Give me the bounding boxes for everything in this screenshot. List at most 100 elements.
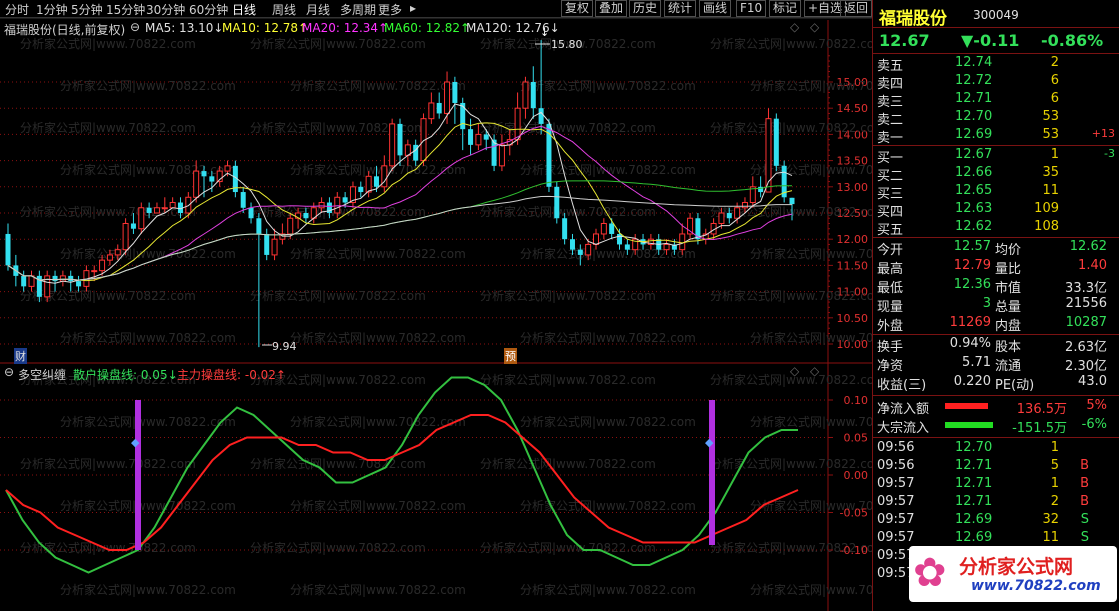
stock-chart-title: 福瑞股份(日线,前复权) bbox=[4, 23, 126, 37]
candle-body bbox=[240, 192, 246, 208]
finance-marker[interactable]: 财 bbox=[14, 348, 27, 364]
candle-body bbox=[264, 233, 270, 255]
watermark-text: 分析家公式网|www.70822.com bbox=[520, 414, 696, 429]
watermark-text: 分析家公式网|www.70822.com bbox=[750, 330, 872, 345]
candle-body bbox=[287, 217, 294, 235]
watermark-text: 分析家公式网|www.70822.com bbox=[60, 414, 236, 429]
stat-value: 33.3亿 bbox=[1065, 281, 1107, 296]
candle-body bbox=[428, 102, 435, 120]
candle bbox=[279, 223, 286, 245]
watermark-text: 分析家公式网|www.70822.com bbox=[520, 78, 696, 93]
candle-body bbox=[209, 176, 215, 182]
tick-row: 09:57 12.69 11 S bbox=[873, 529, 1119, 547]
watermark-text: 分析家公式网|www.70822.com bbox=[710, 36, 872, 51]
stat-value: 0.94% bbox=[949, 336, 991, 351]
watermark-text: 分析家公式网|www.70822.com bbox=[20, 204, 196, 219]
candle bbox=[59, 270, 66, 287]
candle-body bbox=[224, 165, 231, 172]
stat-value: 0.220 bbox=[953, 374, 991, 389]
price-tick-label: 10.50 bbox=[837, 312, 869, 325]
watermark-text: 分析家公式网|www.70822.com bbox=[480, 204, 656, 219]
stat-label: 内盘 bbox=[995, 319, 1022, 334]
stat-label: 量比 bbox=[995, 262, 1022, 277]
candle-body bbox=[577, 249, 583, 255]
candle-body bbox=[389, 123, 396, 167]
candle-body bbox=[617, 233, 623, 245]
watermark-text: 分析家公式网|www.70822.com bbox=[60, 246, 236, 261]
candle-body bbox=[201, 171, 207, 177]
order-book-price: 12.65 bbox=[955, 183, 993, 198]
candle-body bbox=[609, 223, 615, 234]
candle-body bbox=[365, 175, 372, 193]
tick-row: 09:56 12.71 5 B bbox=[873, 457, 1119, 475]
stat-value: 11269 bbox=[949, 315, 991, 330]
candle bbox=[404, 139, 411, 166]
tick-volume: 11 bbox=[1042, 530, 1059, 545]
candle-body bbox=[114, 249, 121, 256]
tick-price: 12.71 bbox=[955, 476, 993, 491]
watermark-url: www.70822.com bbox=[971, 578, 1101, 594]
stock-code: 300049 bbox=[973, 8, 1019, 22]
candle-body bbox=[679, 233, 686, 251]
tick-side: S bbox=[1080, 530, 1089, 545]
candle-body bbox=[68, 275, 74, 282]
order-book-volume: 109 bbox=[1034, 201, 1059, 216]
watermark-text: 分析家公式网|www.70822.com bbox=[20, 36, 196, 51]
order-book-volume: 53 bbox=[1042, 109, 1059, 124]
candle-body bbox=[256, 218, 262, 234]
candle-body bbox=[452, 82, 458, 103]
legend-toggle-icon[interactable]: ⊖ bbox=[130, 20, 140, 34]
flow-label: 大宗流入 bbox=[877, 421, 930, 436]
watermark-text: 分析家公式网|www.70822.com bbox=[290, 414, 466, 429]
candle-body bbox=[59, 275, 66, 282]
candle-body bbox=[99, 259, 106, 272]
candle bbox=[695, 213, 701, 245]
watermark-text: 分析家公式网|www.70822.com bbox=[290, 78, 466, 93]
watermark-text: 分析家公式网|www.70822.com bbox=[710, 120, 872, 135]
watermark-text: 分析家公式网|www.70822.com bbox=[480, 456, 656, 471]
stats-row: 今开 12.57 均价 12.62 bbox=[873, 238, 1119, 258]
watermark-text: 分析家公式网|www.70822.com bbox=[750, 246, 872, 261]
candle-body bbox=[530, 82, 536, 109]
watermark-text: 分析家公式网|www.70822.com bbox=[520, 162, 696, 177]
main-line-label: 主力操盘线: -0.02↑ bbox=[177, 368, 286, 382]
flow-value: -151.5万 bbox=[1012, 421, 1067, 436]
price-tick-label: 13.00 bbox=[837, 181, 869, 194]
stat-value: 2.30亿 bbox=[1065, 359, 1107, 374]
forecast-marker[interactable]: 预 bbox=[504, 348, 517, 364]
candle-body bbox=[358, 186, 364, 193]
ma-legend-item: MA5: 13.10↓ bbox=[145, 21, 224, 35]
candle-body bbox=[585, 243, 592, 256]
candle-body bbox=[76, 281, 82, 287]
watermark-text: 分析家公式网|www.70822.com bbox=[480, 372, 656, 387]
indicator-toggle-icon[interactable]: ⊖ bbox=[4, 365, 14, 379]
order-book-volume: 35 bbox=[1042, 165, 1059, 180]
order-book-row: 卖五 12.74 2 bbox=[873, 54, 1119, 74]
candle-body bbox=[468, 129, 474, 145]
candle bbox=[436, 92, 442, 119]
candle-body bbox=[483, 134, 489, 140]
watermark-text: 分析家公式网|www.70822.com bbox=[290, 246, 466, 261]
order-book-label: 买五 bbox=[877, 223, 904, 238]
watermark-logo: ✿ 分析家公式网 www.70822.com bbox=[909, 546, 1117, 602]
watermark-text: 分析家公式网|www.70822.com bbox=[520, 330, 696, 345]
watermark-text: 分析家公式网|www.70822.com bbox=[60, 498, 236, 513]
candle-body bbox=[334, 196, 341, 214]
kline-chart[interactable]: 15.0014.5014.0013.5013.0012.5012.0011.50… bbox=[0, 0, 872, 611]
stat-label: 流通 bbox=[995, 359, 1022, 374]
tick-volume: 1 bbox=[1050, 440, 1059, 455]
tick-side: B bbox=[1080, 458, 1089, 473]
candle-body bbox=[475, 133, 482, 146]
candle-body bbox=[789, 197, 795, 205]
price-tick-label: 14.50 bbox=[837, 102, 869, 115]
candle-body bbox=[122, 222, 129, 251]
indicator-tick-label: -0.10 bbox=[840, 544, 868, 557]
candle bbox=[773, 113, 779, 172]
candle-body bbox=[318, 202, 325, 209]
signal-marker-icon: ◆ bbox=[131, 436, 140, 449]
stats-row: 最高 12.79 量比 1.40 bbox=[873, 257, 1119, 277]
stats-row: 净资 5.71 流通 2.30亿 bbox=[873, 354, 1119, 374]
candle-body bbox=[726, 213, 732, 219]
order-book-price: 12.72 bbox=[955, 73, 993, 88]
candle-body bbox=[562, 218, 568, 240]
